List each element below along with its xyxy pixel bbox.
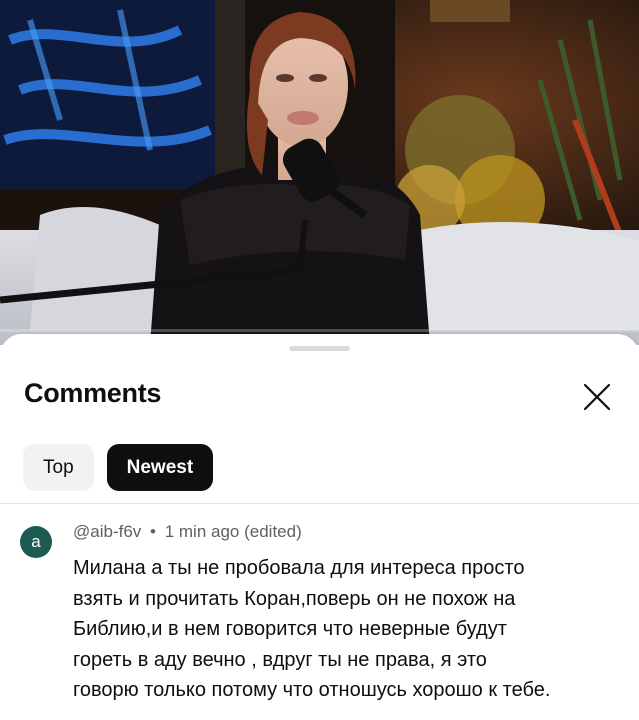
comments-sheet: Comments Top Newest a @aib-f6v • 1 min a…: [0, 334, 639, 720]
comment-text: Милана а ты не пробовала для интереса пр…: [73, 553, 618, 706]
comment-line: взять и прочитать Коран,поверь он не пох…: [73, 587, 516, 610]
sheet-drag-handle[interactable]: [289, 346, 350, 351]
sort-chip-newest[interactable]: Newest: [106, 444, 214, 491]
comment-line: Библию,и в нем говорится что неверные бу…: [73, 618, 507, 640]
comment-author[interactable]: @aib-f6v: [73, 522, 141, 541]
meta-separator: •: [150, 522, 156, 541]
video-progress-bar[interactable]: [0, 329, 639, 332]
sort-chips: Top Newest: [23, 444, 214, 491]
close-icon: [583, 383, 611, 411]
sort-chip-top[interactable]: Top: [23, 444, 94, 491]
comment-line: говорю только потому что отношусь хорошо…: [73, 679, 551, 701]
comments-title: Comments: [24, 378, 162, 408]
comment-meta: @aib-f6v • 1 min ago (edited): [73, 522, 302, 542]
comment-time: 1 min ago (edited): [164, 522, 302, 541]
comment-line: Милана а ты не пробовала для интереса пр…: [73, 557, 525, 579]
video-player[interactable]: [0, 0, 639, 345]
divider: [0, 503, 639, 504]
comment-line: гореть в аду вечно , вдруг ты не права, …: [73, 648, 487, 671]
video-frame-image: [0, 0, 639, 345]
close-button[interactable]: [578, 378, 616, 416]
avatar[interactable]: a: [20, 526, 52, 558]
app-frame: Comments Top Newest a @aib-f6v • 1 min a…: [0, 0, 639, 720]
